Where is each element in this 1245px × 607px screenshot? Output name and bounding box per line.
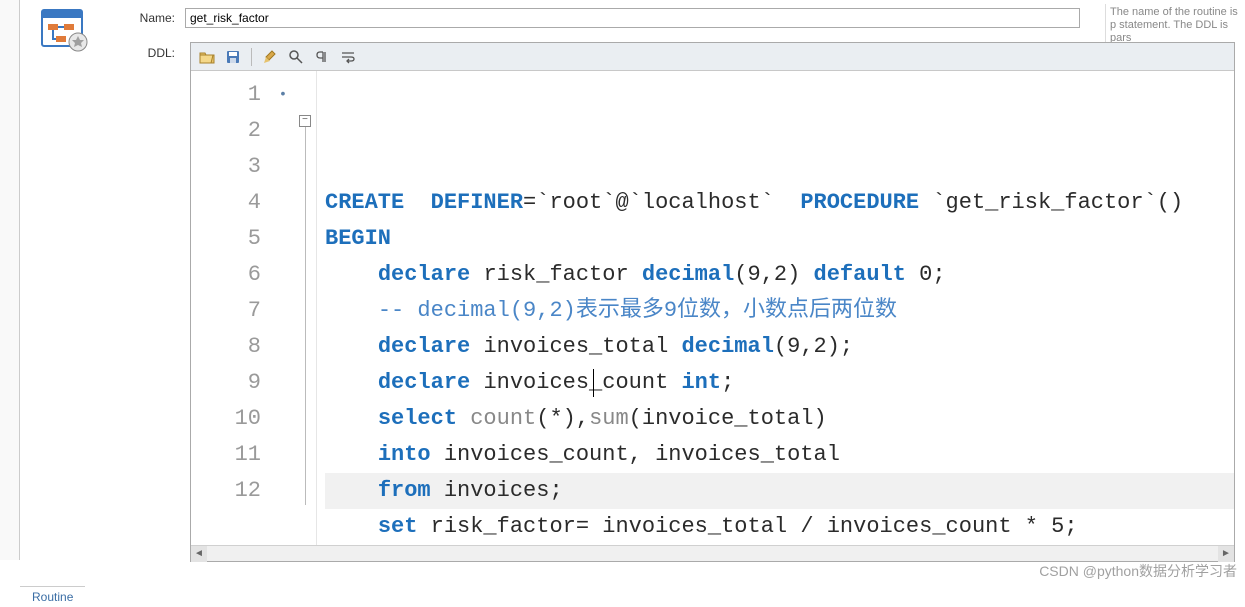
editor-toolbar	[191, 43, 1234, 71]
line-number: 7	[191, 293, 261, 329]
line-marker	[271, 113, 295, 149]
ddl-label: DDL:	[130, 46, 185, 60]
name-input[interactable]	[185, 8, 1080, 28]
line-marker	[271, 365, 295, 401]
code-lines[interactable]: CREATE DEFINER=`root`@`localhost` PROCED…	[317, 71, 1234, 545]
code-line[interactable]: set risk_factor= invoices_total / invoic…	[325, 509, 1234, 545]
line-marker	[271, 149, 295, 185]
line-marker: •	[271, 77, 295, 113]
fold-toggle[interactable]: −	[299, 115, 311, 127]
line-marker	[271, 185, 295, 221]
name-label: Name:	[130, 11, 185, 25]
toolbar-separator	[251, 48, 252, 66]
line-number: 11	[191, 437, 261, 473]
line-marker	[271, 329, 295, 365]
line-marker	[271, 221, 295, 257]
line-number: 12	[191, 473, 261, 509]
text-caret	[593, 369, 594, 397]
save-icon[interactable]	[221, 46, 245, 68]
line-number: 4	[191, 185, 261, 221]
code-line[interactable]: declare risk_factor decimal(9,2) default…	[325, 257, 1234, 293]
bottom-tabs: Routine	[20, 583, 85, 607]
open-icon[interactable]	[195, 46, 219, 68]
code-line[interactable]: from invoices;	[325, 473, 1234, 509]
code-line[interactable]: CREATE DEFINER=`root`@`localhost` PROCED…	[325, 185, 1234, 221]
line-gutter: 123456789101112	[191, 71, 271, 545]
routine-icon	[40, 6, 88, 54]
line-number: 8	[191, 329, 261, 365]
line-number: 2	[191, 113, 261, 149]
line-number: 10	[191, 401, 261, 437]
line-number: 1	[191, 77, 261, 113]
code-line[interactable]: -- decimal(9,2)表示最多9位数，小数点后两位数	[325, 293, 1234, 329]
tab-routine[interactable]: Routine	[20, 586, 85, 607]
line-marker	[271, 473, 295, 509]
broom-icon[interactable]	[258, 46, 282, 68]
hint-text: The name of the routine is p statement. …	[1105, 4, 1245, 42]
line-number: 6	[191, 257, 261, 293]
code-line[interactable]: BEGIN	[325, 221, 1234, 257]
code-line[interactable]: select count(*),sum(invoice_total)	[325, 401, 1234, 437]
horizontal-scrollbar[interactable]: ◄ ►	[191, 545, 1234, 561]
left-panel	[0, 0, 20, 560]
marker-column: •	[271, 71, 295, 545]
line-number: 5	[191, 221, 261, 257]
sql-editor: 123456789101112 • − CREATE DEFINER=`root…	[190, 42, 1235, 562]
fold-column: −	[295, 71, 317, 545]
line-number: 3	[191, 149, 261, 185]
code-line[interactable]: into invoices_count, invoices_total	[325, 437, 1234, 473]
scroll-right-icon[interactable]: ►	[1218, 546, 1234, 562]
code-line[interactable]: declare invoices_total decimal(9,2);	[325, 329, 1234, 365]
search-icon[interactable]	[284, 46, 308, 68]
wrap-icon[interactable]	[336, 46, 360, 68]
scroll-left-icon[interactable]: ◄	[191, 546, 207, 562]
line-marker	[271, 401, 295, 437]
code-line[interactable]: declare invoices_count int;	[325, 365, 1234, 401]
line-marker	[271, 437, 295, 473]
line-marker	[271, 257, 295, 293]
paragraph-icon[interactable]	[310, 46, 334, 68]
line-marker	[271, 293, 295, 329]
watermark: CSDN @python数据分析学习者	[1039, 561, 1237, 581]
code-area[interactable]: 123456789101112 • − CREATE DEFINER=`root…	[191, 71, 1234, 545]
line-number: 9	[191, 365, 261, 401]
